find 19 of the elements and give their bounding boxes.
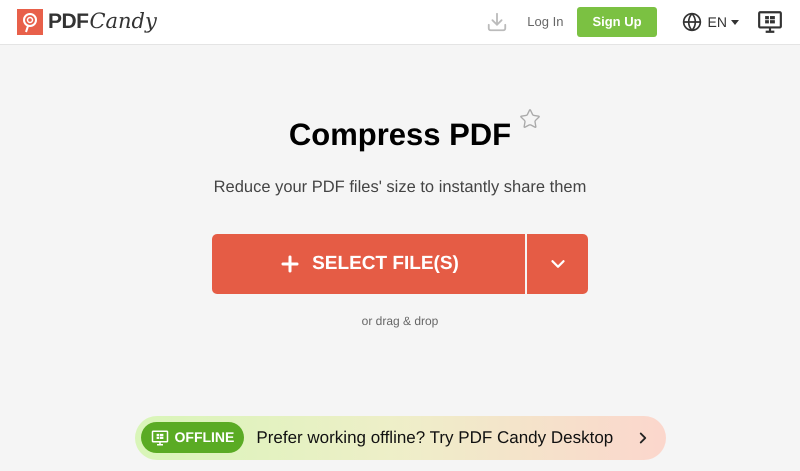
logo-text: PDF — [48, 9, 88, 36]
star-icon[interactable] — [519, 108, 542, 130]
caret-icon — [731, 20, 739, 24]
select-files-button[interactable]: SELECT FILE(S) — [212, 234, 525, 294]
language-dropdown[interactable]: EN — [708, 12, 739, 32]
offline-banner[interactable]: OFFLINE Prefer working offline? Try PDF Candy Desktop — [134, 416, 666, 460]
banner-text: Prefer working offline? Try PDF Candy Desktop — [256, 427, 614, 449]
page-subtitle: Reduce your PDF files' size to instantly share them — [214, 177, 586, 198]
logo-script-text: Candy — [89, 8, 157, 36]
desktop-icon — [150, 428, 168, 447]
badge-label: OFFLINE — [174, 428, 234, 448]
drag-drop-hint: or drag & drop — [362, 312, 438, 330]
globe-icon[interactable] — [682, 12, 702, 32]
lollipop-logo-icon — [17, 9, 43, 35]
desktop-icon — [757, 9, 783, 35]
login-link[interactable]: Log In — [527, 12, 564, 32]
page-title: Compress PDF — [288, 116, 512, 154]
download-icon[interactable] — [486, 11, 508, 33]
dropdown-button[interactable] — [527, 234, 588, 294]
